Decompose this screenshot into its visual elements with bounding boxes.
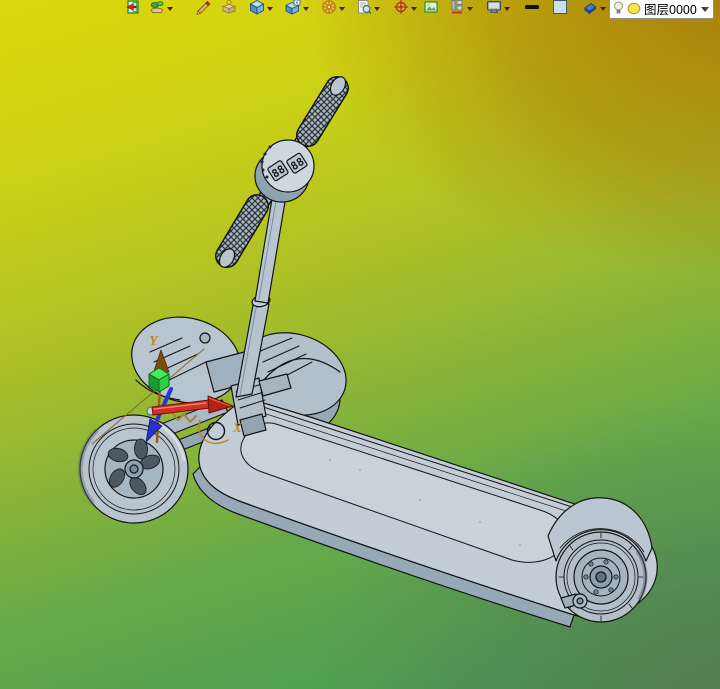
box-pin-icon xyxy=(221,0,237,14)
layer-combo-caret[interactable] xyxy=(701,7,709,12)
toolbar-button-line-width[interactable] xyxy=(524,0,540,16)
front-left-wheel xyxy=(77,414,189,524)
toolbar-button-wheel-feature[interactable] xyxy=(321,0,345,16)
monitor-icon xyxy=(487,1,501,13)
toolbar-button-target-point[interactable] xyxy=(393,0,417,16)
document-zoom-icon xyxy=(358,0,372,15)
right-grip xyxy=(296,76,349,147)
toolbar-button-solid-display[interactable] xyxy=(249,0,273,16)
dropdown-caret[interactable] xyxy=(167,6,173,11)
toolbar-button-box-feature[interactable] xyxy=(221,0,237,16)
toolbar-button-preview-doc[interactable] xyxy=(356,0,380,16)
dropdown-caret[interactable] xyxy=(303,6,309,11)
thick-line-icon xyxy=(525,5,539,9)
floating-toolbar: 图层0000 xyxy=(124,0,714,19)
segmented-wheel-icon xyxy=(322,0,336,14)
dropdown-caret[interactable] xyxy=(411,6,417,11)
toolbar-button-sketch-pencil[interactable] xyxy=(195,0,211,16)
text-underline-icon xyxy=(451,0,463,14)
toolbar-button-insert-image[interactable] xyxy=(423,0,439,16)
left-grip xyxy=(215,194,269,268)
speed-gauge: 88 88 xyxy=(254,139,315,203)
picture-icon xyxy=(424,1,438,13)
cube-window-icon xyxy=(285,0,301,15)
red-target-icon xyxy=(394,0,408,14)
yellow-circle-icon xyxy=(627,2,641,15)
toolbar-button-eraser[interactable] xyxy=(582,0,606,16)
layer-combo-label: 图层0000 xyxy=(644,3,697,17)
toolbar-button-view-window[interactable] xyxy=(285,0,309,16)
dropdown-caret[interactable] xyxy=(504,6,510,11)
toolbar-button-color-swatch[interactable] xyxy=(552,0,568,16)
blue-swatch-icon xyxy=(553,0,567,14)
toolbar-button-exit-edit[interactable] xyxy=(124,0,140,16)
dropdown-caret[interactable] xyxy=(267,6,273,11)
toolbar-button-text-style[interactable] xyxy=(449,0,473,16)
cad-3d-viewport[interactable]: 88 88 Y X 图层0000 xyxy=(0,0,720,689)
dropdown-caret[interactable] xyxy=(600,6,606,11)
dropdown-caret[interactable] xyxy=(339,6,345,11)
layer-combo[interactable]: 图层0000 xyxy=(609,0,714,19)
dropdown-caret[interactable] xyxy=(374,6,380,11)
pencil-icon xyxy=(196,1,211,15)
scooter-model[interactable]: 88 88 Y X xyxy=(0,0,720,689)
blue-cube-icon xyxy=(249,0,265,15)
dropdown-caret[interactable] xyxy=(467,6,473,11)
toolbar-button-render-material[interactable] xyxy=(149,0,173,16)
rear-wheel xyxy=(555,531,648,623)
toolbar-button-display-mode[interactable] xyxy=(486,0,510,16)
blue-eraser-icon xyxy=(584,2,597,15)
y-axis-label: Y xyxy=(149,334,159,349)
x-axis-label: X xyxy=(232,420,242,435)
door-red-arrow-icon xyxy=(126,0,139,14)
bulb-icon xyxy=(614,1,623,14)
hand-leaf-icon xyxy=(150,1,164,13)
